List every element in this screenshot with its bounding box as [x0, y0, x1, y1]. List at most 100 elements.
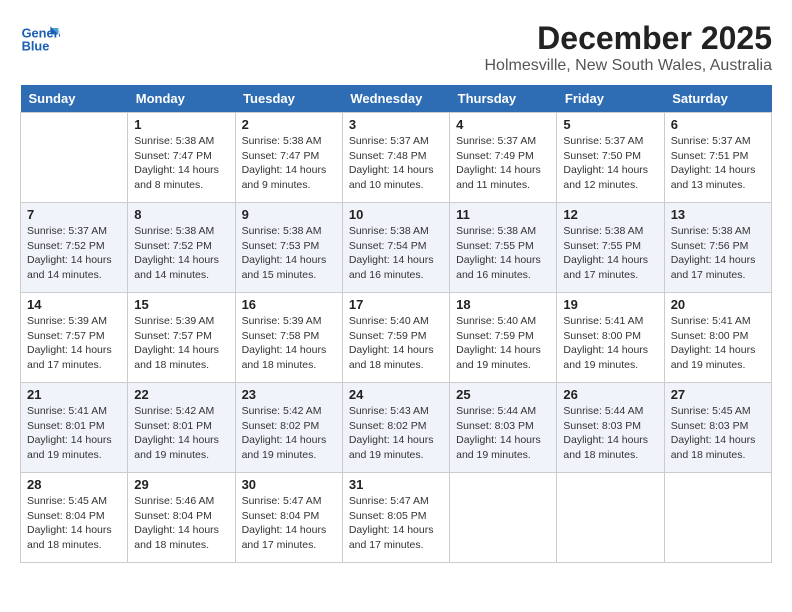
day-number: 31 — [349, 477, 443, 492]
calendar-cell: 26 Sunrise: 5:44 AMSunset: 8:03 PMDayligh… — [557, 383, 664, 473]
calendar-cell: 4 Sunrise: 5:37 AMSunset: 7:49 PMDaylight… — [450, 113, 557, 203]
day-info: Sunrise: 5:41 AMSunset: 8:01 PMDaylight:… — [27, 404, 121, 463]
calendar-cell: 9Sunrise: 5:38 AMSunset: 7:53 PMDaylight… — [235, 203, 342, 293]
day-number: 11 — [456, 207, 550, 222]
day-number: 14 — [27, 297, 121, 312]
calendar-cell: 7Sunrise: 5:37 AMSunset: 7:52 PMDaylight… — [21, 203, 128, 293]
calendar-cell: 10 Sunrise: 5:38 AMSunset: 7:54 PMDayligh… — [342, 203, 449, 293]
calendar-day-header-wednesday: Wednesday — [342, 85, 449, 113]
day-info: Sunrise: 5:45 AMSunset: 8:04 PMDaylight:… — [27, 494, 121, 553]
day-number: 25 — [456, 387, 550, 402]
day-info: Sunrise: 5:39 AMSunset: 7:57 PMDaylight:… — [27, 314, 121, 373]
day-number: 4 — [456, 117, 550, 132]
calendar-day-header-saturday: Saturday — [664, 85, 771, 113]
svg-text:Blue: Blue — [22, 38, 50, 53]
day-number: 24 — [349, 387, 443, 402]
day-info: Sunrise: 5:41 AMSunset: 8:00 PMDaylight:… — [671, 314, 765, 373]
calendar-cell: 6 Sunrise: 5:37 AMSunset: 7:51 PMDaylight… — [664, 113, 771, 203]
calendar-cell: 30 Sunrise: 5:47 AMSunset: 8:04 PMDayligh… — [235, 473, 342, 563]
day-number: 22 — [134, 387, 228, 402]
calendar-cell: 28 Sunrise: 5:45 AMSunset: 8:04 PMDayligh… — [21, 473, 128, 563]
page-header: General Blue December 2025 Holmesville, … — [20, 20, 772, 75]
calendar-day-header-thursday: Thursday — [450, 85, 557, 113]
day-info: Sunrise: 5:41 AMSunset: 8:00 PMDaylight:… — [563, 314, 657, 373]
calendar-cell: 19Sunrise: 5:41 AMSunset: 8:00 PMDayligh… — [557, 293, 664, 383]
day-number: 1 — [134, 117, 228, 132]
day-number: 13 — [671, 207, 765, 222]
day-info: Sunrise: 5:38 AMSunset: 7:54 PMDaylight:… — [349, 224, 443, 283]
day-number: 20 — [671, 297, 765, 312]
day-info: Sunrise: 5:38 AMSunset: 7:47 PMDaylight:… — [134, 134, 228, 193]
day-info: Sunrise: 5:37 AMSunset: 7:48 PMDaylight:… — [349, 134, 443, 193]
calendar-cell: 12 Sunrise: 5:38 AMSunset: 7:55 PMDayligh… — [557, 203, 664, 293]
calendar-week-row: 21 Sunrise: 5:41 AMSunset: 8:01 PMDayligh… — [21, 383, 772, 473]
calendar-cell: 14 Sunrise: 5:39 AMSunset: 7:57 PMDayligh… — [21, 293, 128, 383]
day-number: 12 — [563, 207, 657, 222]
day-info: Sunrise: 5:42 AMSunset: 8:01 PMDaylight:… — [134, 404, 228, 463]
calendar-day-header-sunday: Sunday — [21, 85, 128, 113]
day-info: Sunrise: 5:39 AMSunset: 7:58 PMDaylight:… — [242, 314, 336, 373]
day-info: Sunrise: 5:44 AMSunset: 8:03 PMDaylight:… — [456, 404, 550, 463]
calendar-cell — [664, 473, 771, 563]
day-number: 29 — [134, 477, 228, 492]
calendar-cell: 21 Sunrise: 5:41 AMSunset: 8:01 PMDayligh… — [21, 383, 128, 473]
location-title: Holmesville, New South Wales, Australia — [484, 57, 772, 75]
calendar-week-row: 28 Sunrise: 5:45 AMSunset: 8:04 PMDayligh… — [21, 473, 772, 563]
calendar-day-header-friday: Friday — [557, 85, 664, 113]
calendar-cell: 23Sunrise: 5:42 AMSunset: 8:02 PMDayligh… — [235, 383, 342, 473]
calendar-cell — [450, 473, 557, 563]
calendar-week-row: 7Sunrise: 5:37 AMSunset: 7:52 PMDaylight… — [21, 203, 772, 293]
day-info: Sunrise: 5:46 AMSunset: 8:04 PMDaylight:… — [134, 494, 228, 553]
calendar-header-row: SundayMondayTuesdayWednesdayThursdayFrid… — [21, 85, 772, 113]
day-info: Sunrise: 5:45 AMSunset: 8:03 PMDaylight:… — [671, 404, 765, 463]
calendar-cell: 16 Sunrise: 5:39 AMSunset: 7:58 PMDayligh… — [235, 293, 342, 383]
day-number: 3 — [349, 117, 443, 132]
day-info: Sunrise: 5:38 AMSunset: 7:56 PMDaylight:… — [671, 224, 765, 283]
day-number: 21 — [27, 387, 121, 402]
calendar-cell: 22 Sunrise: 5:42 AMSunset: 8:01 PMDayligh… — [128, 383, 235, 473]
calendar-day-header-monday: Monday — [128, 85, 235, 113]
logo-icon: General Blue — [20, 20, 60, 60]
day-number: 26 — [563, 387, 657, 402]
calendar-cell: 15Sunrise: 5:39 AMSunset: 7:57 PMDayligh… — [128, 293, 235, 383]
calendar-cell — [557, 473, 664, 563]
day-number: 10 — [349, 207, 443, 222]
calendar-cell: 18Sunrise: 5:40 AMSunset: 7:59 PMDayligh… — [450, 293, 557, 383]
logo: General Blue — [20, 20, 65, 60]
day-number: 30 — [242, 477, 336, 492]
calendar-cell: 13 Sunrise: 5:38 AMSunset: 7:56 PMDayligh… — [664, 203, 771, 293]
day-number: 6 — [671, 117, 765, 132]
day-info: Sunrise: 5:37 AMSunset: 7:51 PMDaylight:… — [671, 134, 765, 193]
day-info: Sunrise: 5:38 AMSunset: 7:53 PMDaylight:… — [242, 224, 336, 283]
calendar-week-row: 1 Sunrise: 5:38 AMSunset: 7:47 PMDaylight… — [21, 113, 772, 203]
day-number: 2 — [242, 117, 336, 132]
day-info: Sunrise: 5:38 AMSunset: 7:47 PMDaylight:… — [242, 134, 336, 193]
day-info: Sunrise: 5:42 AMSunset: 8:02 PMDaylight:… — [242, 404, 336, 463]
calendar-cell: 24 Sunrise: 5:43 AMSunset: 8:02 PMDayligh… — [342, 383, 449, 473]
calendar-cell: 3 Sunrise: 5:37 AMSunset: 7:48 PMDaylight… — [342, 113, 449, 203]
calendar-cell — [21, 113, 128, 203]
calendar-cell: 27 Sunrise: 5:45 AMSunset: 8:03 PMDayligh… — [664, 383, 771, 473]
calendar-cell: 29 Sunrise: 5:46 AMSunset: 8:04 PMDayligh… — [128, 473, 235, 563]
day-info: Sunrise: 5:40 AMSunset: 7:59 PMDaylight:… — [456, 314, 550, 373]
month-title: December 2025 — [484, 20, 772, 57]
day-number: 17 — [349, 297, 443, 312]
day-number: 15 — [134, 297, 228, 312]
day-info: Sunrise: 5:43 AMSunset: 8:02 PMDaylight:… — [349, 404, 443, 463]
calendar-cell: 2 Sunrise: 5:38 AMSunset: 7:47 PMDaylight… — [235, 113, 342, 203]
day-number: 28 — [27, 477, 121, 492]
day-info: Sunrise: 5:38 AMSunset: 7:55 PMDaylight:… — [456, 224, 550, 283]
day-info: Sunrise: 5:44 AMSunset: 8:03 PMDaylight:… — [563, 404, 657, 463]
calendar-table: SundayMondayTuesdayWednesdayThursdayFrid… — [20, 85, 772, 563]
day-number: 27 — [671, 387, 765, 402]
calendar-cell: 17 Sunrise: 5:40 AMSunset: 7:59 PMDayligh… — [342, 293, 449, 383]
day-info: Sunrise: 5:37 AMSunset: 7:52 PMDaylight:… — [27, 224, 121, 283]
day-number: 8 — [134, 207, 228, 222]
calendar-cell: 5Sunrise: 5:37 AMSunset: 7:50 PMDaylight… — [557, 113, 664, 203]
day-info: Sunrise: 5:37 AMSunset: 7:49 PMDaylight:… — [456, 134, 550, 193]
day-info: Sunrise: 5:47 AMSunset: 8:04 PMDaylight:… — [242, 494, 336, 553]
day-info: Sunrise: 5:40 AMSunset: 7:59 PMDaylight:… — [349, 314, 443, 373]
day-number: 16 — [242, 297, 336, 312]
calendar-cell: 11 Sunrise: 5:38 AMSunset: 7:55 PMDayligh… — [450, 203, 557, 293]
day-info: Sunrise: 5:38 AMSunset: 7:55 PMDaylight:… — [563, 224, 657, 283]
